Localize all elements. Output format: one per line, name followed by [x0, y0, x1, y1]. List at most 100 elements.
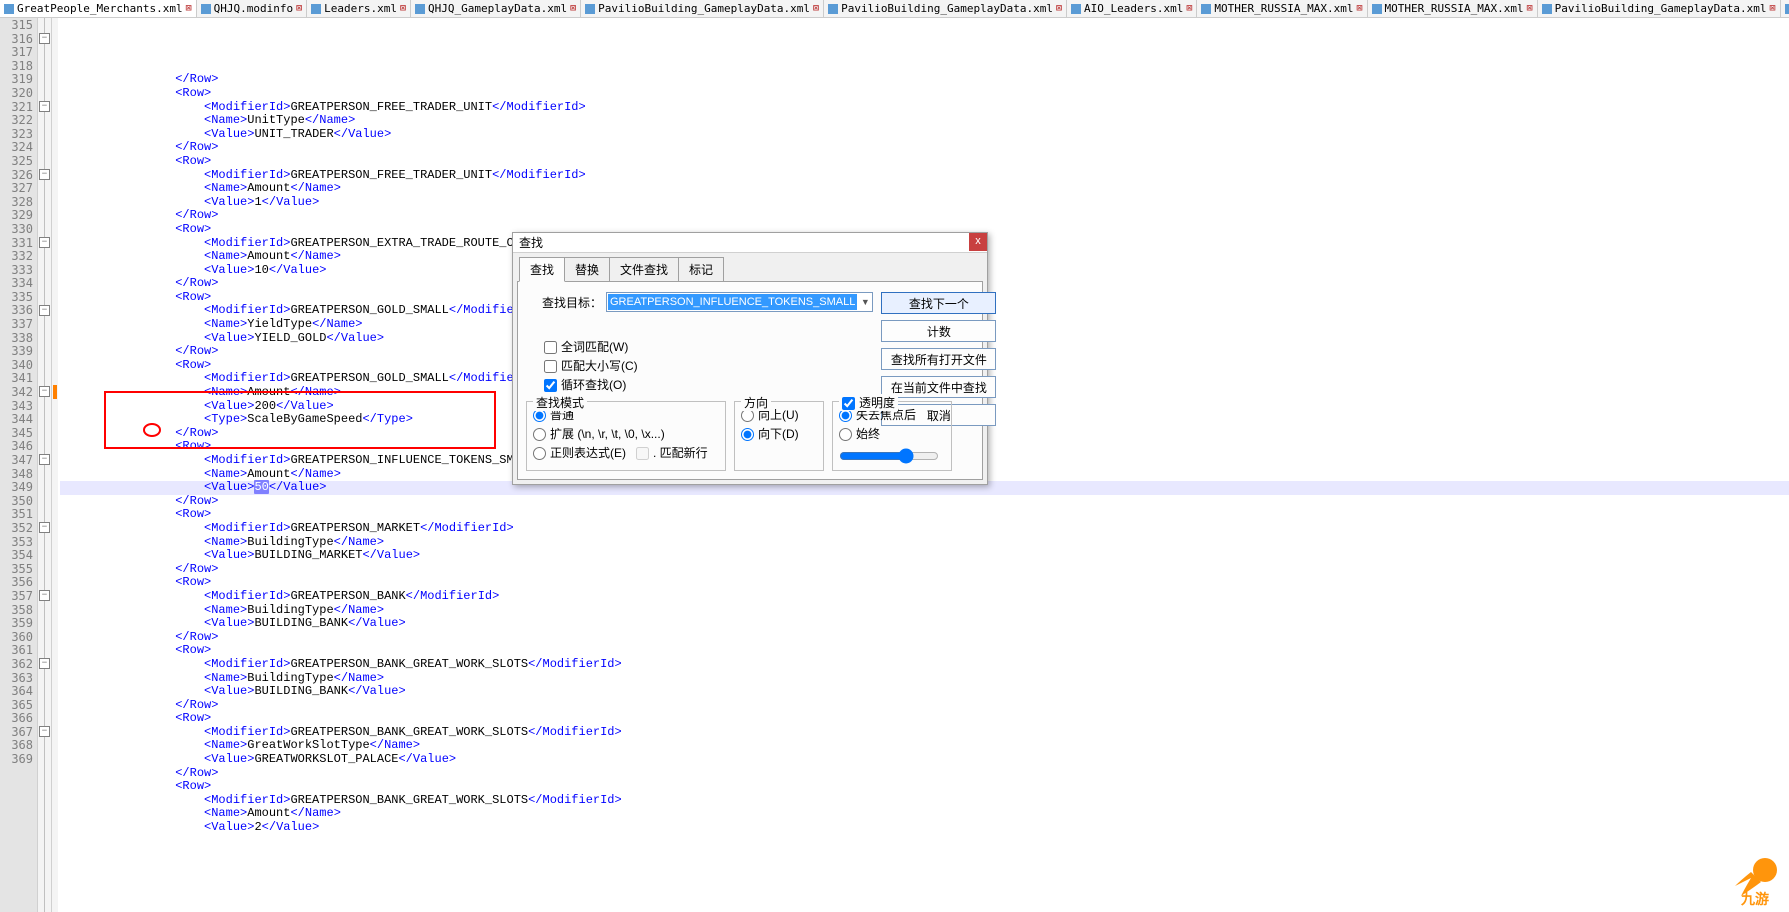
dialog-tab[interactable]: 查找 — [519, 257, 565, 282]
checkbox[interactable] — [544, 360, 557, 373]
dialog-button[interactable]: 计数 — [881, 320, 996, 342]
file-tab[interactable]: QHJQ.modinfo⊠ — [197, 0, 308, 17]
file-tab[interactable]: Leaders.xml⊠ — [307, 0, 411, 17]
radio-option[interactable]: 始终 — [839, 425, 945, 442]
code-line[interactable]: </Row> — [60, 563, 1789, 577]
code-line[interactable]: <Value>GREATWORKSLOT_PALACE</Value> — [60, 753, 1789, 767]
code-line[interactable]: <Row> — [60, 712, 1789, 726]
radio[interactable] — [533, 447, 546, 460]
file-tab[interactable]: PavilioBuilding_GameplayData.xml⊠ — [581, 0, 824, 17]
fold-toggle[interactable]: − — [39, 386, 50, 397]
fold-toggle[interactable]: − — [39, 169, 50, 180]
code-line[interactable]: <ModifierId>GREATPERSON_BANK</ModifierId… — [60, 590, 1789, 604]
fold-toggle[interactable]: − — [39, 33, 50, 44]
close-icon[interactable]: ⊠ — [1186, 3, 1192, 14]
file-tab[interactable]: AIO_Leaders.xml⊠ — [1067, 0, 1197, 17]
fold-toggle[interactable]: − — [39, 522, 50, 533]
code-line[interactable]: <Row> — [60, 155, 1789, 169]
code-line[interactable]: <Row> — [60, 87, 1789, 101]
close-icon[interactable]: x — [969, 233, 987, 251]
code-line[interactable]: <Name>BuildingType</Name> — [60, 604, 1789, 618]
radio-option[interactable]: 向下(D) — [741, 425, 817, 442]
fold-toggle[interactable]: − — [39, 305, 50, 316]
radio[interactable] — [741, 428, 754, 441]
close-icon[interactable]: ⊠ — [186, 3, 192, 14]
code-line[interactable]: <Name>UnitType</Name> — [60, 114, 1789, 128]
dialog-tab[interactable]: 文件查找 — [609, 257, 679, 282]
dialog-button[interactable]: 查找下一个 — [881, 292, 996, 314]
code-line[interactable]: <ModifierId>GREATPERSON_BANK_GREAT_WORK_… — [60, 658, 1789, 672]
fold-margin[interactable]: − − − − − − − − − − − — [38, 18, 52, 912]
file-tab[interactable]: PavilioBuilding_GameplayData.xml⊠ — [1538, 0, 1781, 17]
checkbox[interactable] — [544, 379, 557, 392]
fold-toggle[interactable]: − — [39, 237, 50, 248]
fold-toggle[interactable]: − — [39, 590, 50, 601]
find-target-combo[interactable]: GREATPERSON_INFLUENCE_TOKENS_SMALL ▼ — [606, 292, 873, 312]
code-line[interactable]: <Value>BUILDING_BANK</Value> — [60, 685, 1789, 699]
close-icon[interactable]: ⊠ — [570, 3, 576, 14]
fold-toggle[interactable]: − — [39, 454, 50, 465]
code-line[interactable]: <Value>2</Value> — [60, 821, 1789, 835]
code-line[interactable]: <Name>Amount</Name> — [60, 182, 1789, 196]
code-line[interactable]: <Name>Amount</Name> — [60, 807, 1789, 821]
radio-option[interactable]: 扩展 (\n, \r, \t, \0, \x...) — [533, 425, 719, 442]
code-line[interactable]: <ModifierId>GREATPERSON_MARKET</Modifier… — [60, 522, 1789, 536]
code-line[interactable]: </Row> — [60, 767, 1789, 781]
code-line[interactable]: <Row> — [60, 780, 1789, 794]
code-line[interactable]: </Row> — [60, 699, 1789, 713]
fold-toggle[interactable]: − — [39, 726, 50, 737]
code-line[interactable]: <Name>GreatWorkSlotType</Name> — [60, 739, 1789, 753]
close-icon[interactable]: ⊠ — [813, 3, 819, 14]
dialog-button[interactable]: 查找所有打开文件 — [881, 348, 996, 370]
code-line[interactable]: <Row> — [60, 576, 1789, 590]
radio[interactable] — [839, 409, 852, 422]
close-icon[interactable]: ⊠ — [1527, 3, 1533, 14]
file-tab[interactable]: PavilioBuilding_GameplayData.xml⊠ — [824, 0, 1067, 17]
radio-option[interactable]: 正则表达式(E) . 匹配新行 — [533, 444, 719, 461]
line-number: 315 — [0, 19, 33, 33]
close-icon[interactable]: ⊠ — [1356, 3, 1362, 14]
radio[interactable] — [533, 409, 546, 422]
file-tab[interactable]: MapSiz⊠ — [1781, 0, 1789, 17]
code-line[interactable]: <Value>BUILDING_BANK</Value> — [60, 617, 1789, 631]
file-tab[interactable]: GreatPeople_Merchants.xml⊠ — [0, 0, 197, 17]
find-target-input[interactable]: GREATPERSON_INFLUENCE_TOKENS_SMALL — [608, 294, 857, 310]
code-line[interactable]: <Name>BuildingType</Name> — [60, 536, 1789, 550]
close-icon[interactable]: ⊠ — [1770, 3, 1776, 14]
fold-toggle[interactable]: − — [39, 101, 50, 112]
transparency-slider[interactable] — [839, 448, 939, 464]
code-line[interactable]: </Row> — [60, 73, 1789, 87]
checkbox[interactable] — [544, 341, 557, 354]
chevron-down-icon[interactable]: ▼ — [858, 297, 872, 307]
file-tab[interactable]: QHJQ_GameplayData.xml⊠ — [411, 0, 581, 17]
code-line[interactable]: <Row> — [60, 644, 1789, 658]
radio[interactable] — [839, 428, 852, 441]
file-tab[interactable]: MOTHER_RUSSIA_MAX.xml⊠ — [1368, 0, 1538, 17]
code-line[interactable]: <Value>1</Value> — [60, 196, 1789, 210]
close-icon[interactable]: ⊠ — [1056, 3, 1062, 14]
code-line[interactable]: </Row> — [60, 495, 1789, 509]
file-tab[interactable]: MOTHER_RUSSIA_MAX.xml⊠ — [1197, 0, 1367, 17]
close-icon[interactable]: ⊠ — [296, 3, 302, 14]
code-line[interactable]: <ModifierId>GREATPERSON_FREE_TRADER_UNIT… — [60, 169, 1789, 183]
code-line[interactable]: <Row> — [60, 508, 1789, 522]
code-line[interactable]: <ModifierId>GREATPERSON_BANK_GREAT_WORK_… — [60, 794, 1789, 808]
code-line[interactable]: </Row> — [60, 209, 1789, 223]
code-line[interactable]: <ModifierId>GREATPERSON_BANK_GREAT_WORK_… — [60, 726, 1789, 740]
code-line[interactable]: <ModifierId>GREATPERSON_FREE_TRADER_UNIT… — [60, 101, 1789, 115]
code-line[interactable]: <Name>BuildingType</Name> — [60, 672, 1789, 686]
dialog-tab[interactable]: 替换 — [564, 257, 610, 282]
radio[interactable] — [533, 428, 546, 441]
fold-toggle[interactable]: − — [39, 658, 50, 669]
dialog-button[interactable]: 在当前文件中查找 — [881, 376, 996, 398]
file-icon — [1071, 4, 1081, 14]
code-line[interactable]: <Value>UNIT_TRADER</Value> — [60, 128, 1789, 142]
dialog-title[interactable]: 查找 — [513, 233, 987, 253]
dialog-tab[interactable]: 标记 — [678, 257, 724, 282]
transparency-check[interactable] — [842, 397, 855, 410]
code-line[interactable]: <Value>BUILDING_MARKET</Value> — [60, 549, 1789, 563]
code-line[interactable]: </Row> — [60, 141, 1789, 155]
close-icon[interactable]: ⊠ — [400, 3, 406, 14]
code-line[interactable]: </Row> — [60, 631, 1789, 645]
radio[interactable] — [741, 409, 754, 422]
